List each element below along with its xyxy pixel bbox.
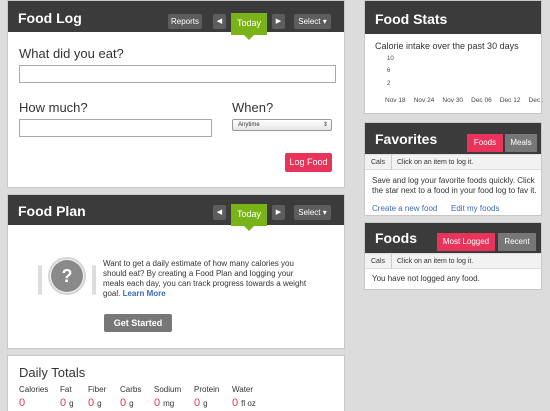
next-day-button[interactable]: ▶ [272, 14, 285, 29]
total-label: Fiber [88, 385, 107, 394]
total-number: 0 [154, 397, 161, 409]
total-label: Sodium [154, 385, 182, 394]
chevron-updown-icon: ⇕ [322, 122, 328, 128]
total-value: 0 [19, 397, 28, 409]
food-stats-header: Food Stats [365, 1, 541, 34]
food-search-input[interactable] [19, 65, 336, 83]
total-number: 0 [60, 397, 67, 409]
total-value: 0g [88, 397, 102, 409]
total-number: 0 [120, 397, 127, 409]
create-food-link[interactable]: Create a new food [372, 204, 437, 214]
foods-column-bar: Cals Click on an item to log it. [365, 253, 541, 269]
x-tick-label: Dec 06 [471, 97, 492, 104]
foods-col-hint: Click on an item to log it. [397, 258, 474, 265]
calorie-chart: 10 6 2 Nov 18 Nov 24 Nov 30 Dec 06 Dec 12 Dec 18 [385, 56, 543, 104]
total-unit: g [203, 399, 208, 408]
total-label: Protein [194, 385, 220, 394]
total-label: Fat [60, 385, 72, 394]
when-select[interactable]: Anytime ⇕ [232, 119, 332, 131]
total-unit: mg [163, 399, 175, 408]
total-number: 0 [19, 397, 26, 409]
total-number: 0 [232, 397, 239, 409]
favorites-col-hint: Click on an item to log it. [397, 159, 474, 166]
x-tick-label: Nov 18 [385, 97, 406, 104]
when-label: When? [232, 100, 274, 115]
favorites-header: Favorites Foods Meals [365, 123, 541, 154]
food-log-header: Food Log Reports ◀ Today ▶ Select ▾ [8, 1, 344, 40]
knife-icon [92, 265, 96, 295]
when-select-value: Anytime [238, 122, 260, 128]
plan-today-button[interactable]: Today [231, 204, 267, 231]
daily-totals-title: Daily Totals [19, 365, 86, 380]
food-plan-panel: Food Plan ◀ Today ▶ Select ▾ ? Want to g… [7, 194, 345, 349]
total-value: 0 fl oz [232, 397, 256, 409]
plan-next-day-button[interactable]: ▶ [272, 205, 285, 220]
plate-icon: ? [38, 257, 98, 297]
x-tick-label: Dec 12 [500, 97, 521, 104]
x-tick-label: Dec 18 [529, 97, 543, 104]
total-value: 0g [194, 397, 208, 409]
fork-icon [38, 265, 42, 295]
total-unit: fl oz [241, 399, 256, 408]
y-tick-label: 2 [387, 81, 391, 87]
foods-header: Foods Most Logged Recent [365, 223, 541, 253]
y-tick-label: 10 [387, 56, 394, 62]
foods-tab-recent[interactable]: Recent [498, 233, 536, 251]
x-tick-label: Nov 30 [442, 97, 463, 104]
foods-col-cals: Cals [371, 258, 386, 265]
food-stats-panel: Food Stats Calorie intake over the past … [364, 0, 543, 114]
learn-more-link[interactable]: Learn More [123, 289, 166, 298]
total-number: 0 [88, 397, 95, 409]
total-value: 0 mg [154, 397, 174, 409]
x-tick-label: Nov 24 [414, 97, 435, 104]
daily-totals-panel: Daily Totals Calories 0 Fat 0 g Fiber 0 g Carbs 0… [7, 355, 345, 411]
reports-button[interactable]: Reports [168, 14, 202, 29]
foods-message: You have not logged any food. [372, 274, 480, 283]
foods-title: Foods [375, 230, 417, 246]
col-divider [391, 155, 392, 170]
chart-title: Calorie intake over the past 30 days [375, 41, 519, 51]
question-glyph: ? [51, 260, 83, 292]
today-button[interactable]: Today [231, 13, 267, 40]
how-much-label: How much? [19, 100, 88, 115]
col-divider [391, 254, 392, 269]
favorites-title: Favorites [375, 131, 438, 147]
log-food-button[interactable]: Log Food [285, 153, 332, 172]
y-tick-label: 6 [387, 68, 391, 74]
plan-select-dropdown[interactable]: Select ▾ [294, 205, 331, 220]
plan-prev-day-button[interactable]: ◀ [213, 205, 226, 220]
total-number: 0 [194, 397, 201, 409]
favorites-col-cals: Cals [371, 159, 386, 166]
total-label: Carbs [120, 385, 142, 394]
favorites-tab-meals[interactable]: Meals [505, 134, 537, 152]
food-plan-title: Food Plan [18, 203, 86, 219]
food-log-title: Food Log [18, 10, 82, 26]
what-eat-label: What did you eat? [19, 46, 124, 61]
select-dropdown[interactable]: Select ▾ [294, 14, 331, 29]
favorites-message: Save and log your favorite foods quickly… [372, 176, 537, 195]
favorites-tab-foods[interactable]: Foods [467, 134, 503, 152]
food-log-panel: Food Log Reports ◀ Today ▶ Select ▾ What… [7, 0, 345, 188]
prev-day-button[interactable]: ◀ [213, 14, 226, 29]
foods-panel: Foods Most Logged Recent Cals Click on a… [364, 222, 542, 290]
favorites-panel: Favorites Foods Meals Cals Click on an i… [364, 122, 542, 216]
total-value: 0g [120, 397, 134, 409]
get-started-button[interactable]: Get Started [104, 314, 172, 332]
food-stats-title: Food Stats [375, 11, 448, 27]
edit-foods-link[interactable]: Edit my foods [451, 204, 499, 214]
total-label: Calories [19, 385, 49, 394]
total-value: 0g [60, 397, 74, 409]
total-unit: g [69, 399, 74, 408]
foods-tab-most-logged[interactable]: Most Logged [437, 233, 495, 251]
quantity-input[interactable] [19, 119, 212, 137]
food-plan-header: Food Plan ◀ Today ▶ Select ▾ [8, 195, 344, 231]
total-unit: g [129, 399, 134, 408]
total-unit: g [97, 399, 102, 408]
favorites-column-bar: Cals Click on an item to log it. [365, 154, 541, 170]
food-plan-description: Want to get a daily estimate of how many… [103, 259, 315, 299]
total-label: Water [232, 385, 254, 394]
